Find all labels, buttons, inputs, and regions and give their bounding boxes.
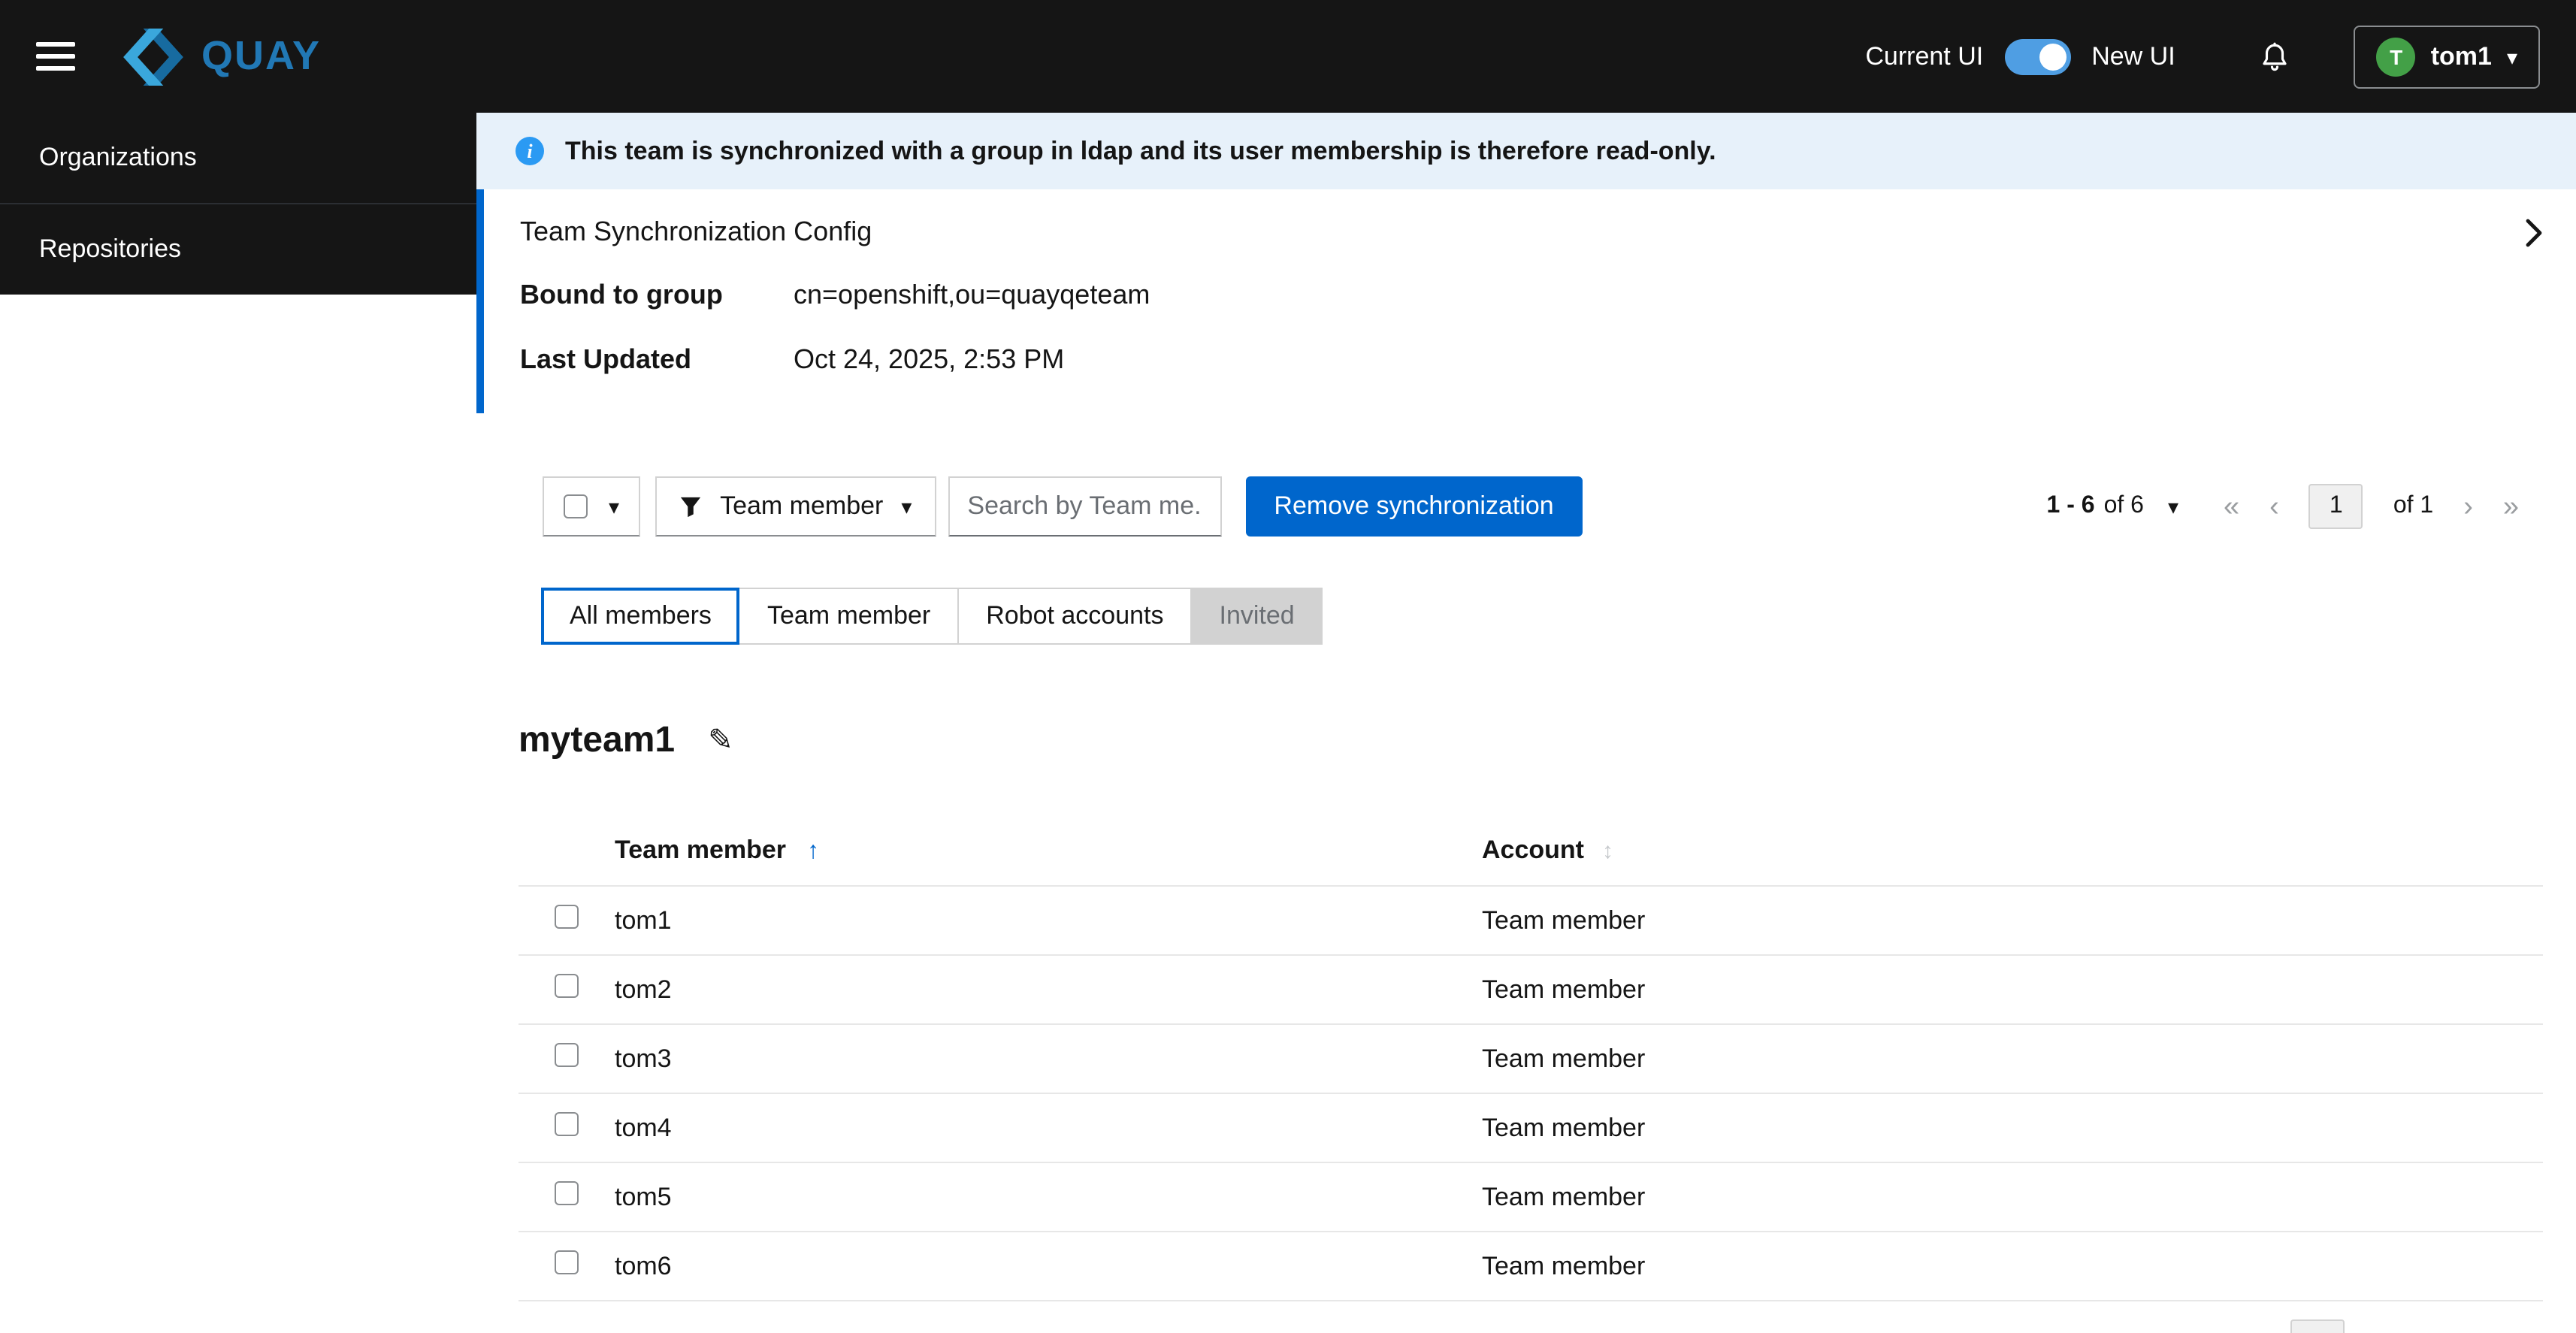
table-row: tom5 Team member xyxy=(519,1162,2543,1232)
tab-team-member[interactable]: Team member xyxy=(738,588,960,645)
member-name-cell: tom4 xyxy=(603,1093,1470,1163)
account-cell: Team member xyxy=(1470,886,2543,956)
tab-invited: Invited xyxy=(1190,588,1323,645)
account-cell: Team member xyxy=(1470,955,2543,1025)
edit-team-name-pencil-icon[interactable]: ✎ xyxy=(708,726,733,756)
info-alert-text: This team is synchronized with a group i… xyxy=(565,136,1716,165)
quay-logo[interactable]: QUAY xyxy=(120,28,321,85)
pagination-options-caret-icon[interactable]: ▾ xyxy=(2168,496,2178,517)
last-updated-row: Last Updated Oct 24, 2025, 2:53 PM xyxy=(520,328,2543,392)
row-checkbox[interactable] xyxy=(555,1181,579,1205)
filter-type-label: Team member xyxy=(720,491,884,520)
info-alert: i This team is synchronized with a group… xyxy=(476,113,2576,189)
bulk-select-dropdown[interactable]: ▾ xyxy=(543,476,641,537)
masthead-right: Current UI New UI T tom1 ▾ xyxy=(1865,25,2540,88)
column-header-account[interactable]: Account ↕ xyxy=(1470,816,2543,887)
filter-funnel-icon xyxy=(679,495,702,518)
main-content: i This team is synchronized with a group… xyxy=(476,113,2576,1301)
pagination-total: of 6 xyxy=(2103,493,2144,518)
new-ui-label: New UI xyxy=(2091,41,2175,70)
table-row: tom1 Team member xyxy=(519,886,2543,956)
team-sync-config-toggle[interactable]: Team Synchronization Config xyxy=(520,201,2543,263)
last-updated-label: Last Updated xyxy=(520,344,692,374)
row-checkbox[interactable] xyxy=(555,1112,579,1136)
member-name-cell: tom1 xyxy=(603,886,1470,956)
member-name-cell: tom3 xyxy=(603,1024,1470,1094)
account-cell: Team member xyxy=(1470,1093,2543,1163)
header-checkbox-cell xyxy=(519,816,603,887)
bound-to-group-label: Bound to group xyxy=(520,280,723,310)
sort-ascending-icon[interactable]: ↑ xyxy=(807,839,819,864)
row-checkbox[interactable] xyxy=(555,974,579,998)
remove-synchronization-button[interactable]: Remove synchronization xyxy=(1245,476,1583,537)
next-page-button[interactable]: › xyxy=(2463,492,2473,521)
team-name: myteam1 xyxy=(519,720,676,760)
pagination-range: 1 - 6 xyxy=(2046,493,2095,518)
bottom-pagination-page-input[interactable] xyxy=(2290,1319,2345,1333)
chevron-down-icon: ▾ xyxy=(609,494,620,518)
member-name-cell: tom6 xyxy=(603,1232,1470,1301)
chevron-down-icon: ▾ xyxy=(2506,44,2517,68)
sortable-icon[interactable]: ↕ xyxy=(1602,839,1613,864)
account-column-label: Account xyxy=(1482,836,1584,864)
notifications-bell-icon[interactable] xyxy=(2260,40,2291,73)
first-page-button[interactable]: « xyxy=(2224,492,2239,521)
row-checkbox[interactable] xyxy=(555,905,579,929)
filter-type-dropdown[interactable]: Team member ▾ xyxy=(655,476,936,537)
nav-toggle-hamburger-icon[interactable] xyxy=(36,42,81,71)
user-avatar: T xyxy=(2376,37,2416,76)
toggle-knob xyxy=(2039,43,2067,70)
info-icon: i xyxy=(516,137,544,165)
members-table: Team member ↑ Account ↕ tom1 Team member xyxy=(519,816,2543,1301)
team-sync-config-title: Team Synchronization Config xyxy=(520,216,872,246)
table-row: tom3 Team member xyxy=(519,1024,2543,1094)
current-ui-label: Current UI xyxy=(1865,41,1984,70)
tab-all-members[interactable]: All members xyxy=(541,588,740,645)
member-view-tabs: All members Team member Robot accounts I… xyxy=(519,588,2543,645)
pagination-top: 1 - 6 of 6 ▾ « ‹ of 1 › » xyxy=(2047,484,2519,529)
last-updated-value: Oct 24, 2025, 2:53 PM xyxy=(794,344,1065,374)
row-checkbox[interactable] xyxy=(555,1043,579,1067)
account-cell: Team member xyxy=(1470,1162,2543,1232)
members-content: ▾ Team member ▾ Remove synchronization 1… xyxy=(476,476,2576,1301)
team-heading: myteam1 ✎ xyxy=(519,720,2543,762)
page-number-input[interactable] xyxy=(2308,484,2363,529)
ui-version-toggle[interactable] xyxy=(2004,38,2071,74)
member-name-cell: tom2 xyxy=(603,955,1470,1025)
tab-robot-accounts[interactable]: Robot accounts xyxy=(957,588,1193,645)
column-header-team-member[interactable]: Team member ↑ xyxy=(603,816,1470,887)
sidebar-item-organizations[interactable]: Organizations xyxy=(0,113,476,203)
chevron-down-icon: ▾ xyxy=(901,494,912,518)
members-toolbar: ▾ Team member ▾ Remove synchronization 1… xyxy=(519,476,2543,537)
table-row: tom6 Team member xyxy=(519,1232,2543,1301)
sidebar-item-repositories[interactable]: Repositories xyxy=(0,203,476,295)
table-header-row: Team member ↑ Account ↕ xyxy=(519,816,2543,887)
sidebar: Organizations Repositories xyxy=(0,113,476,295)
user-menu-dropdown[interactable]: T tom1 ▾ xyxy=(2354,25,2540,88)
app-window: QUAY Current UI New UI T tom1 ▾ Organiza… xyxy=(0,0,2576,1333)
team-sync-config-section: Team Synchronization Config Bound to gro… xyxy=(476,189,2576,413)
bulk-select-checkbox[interactable] xyxy=(564,494,588,518)
chevron-right-icon[interactable] xyxy=(2525,217,2543,247)
account-cell: Team member xyxy=(1470,1232,2543,1301)
search-input[interactable] xyxy=(948,476,1222,537)
table-row: tom2 Team member xyxy=(519,955,2543,1025)
previous-page-button[interactable]: ‹ xyxy=(2269,492,2279,521)
user-name: tom1 xyxy=(2430,41,2492,70)
page-count-label: of 1 xyxy=(2393,493,2434,518)
team-member-column-label: Team member xyxy=(615,836,787,864)
masthead: QUAY Current UI New UI T tom1 ▾ xyxy=(0,0,2576,113)
pagination-nav: « ‹ of 1 › » xyxy=(2224,484,2519,529)
quay-logo-icon xyxy=(120,28,186,85)
bound-to-group-row: Bound to group cn=openshift,ou=quayqetea… xyxy=(520,263,2543,328)
page-body: Organizations Repositories i This team i… xyxy=(0,113,2576,1301)
brand-text: QUAY xyxy=(201,33,322,78)
table-row: tom4 Team member xyxy=(519,1093,2543,1163)
account-cell: Team member xyxy=(1470,1024,2543,1094)
last-page-button[interactable]: » xyxy=(2503,492,2519,521)
member-name-cell: tom5 xyxy=(603,1162,1470,1232)
bound-to-group-value: cn=openshift,ou=quayqeteam xyxy=(794,280,1150,310)
row-checkbox[interactable] xyxy=(555,1250,579,1274)
